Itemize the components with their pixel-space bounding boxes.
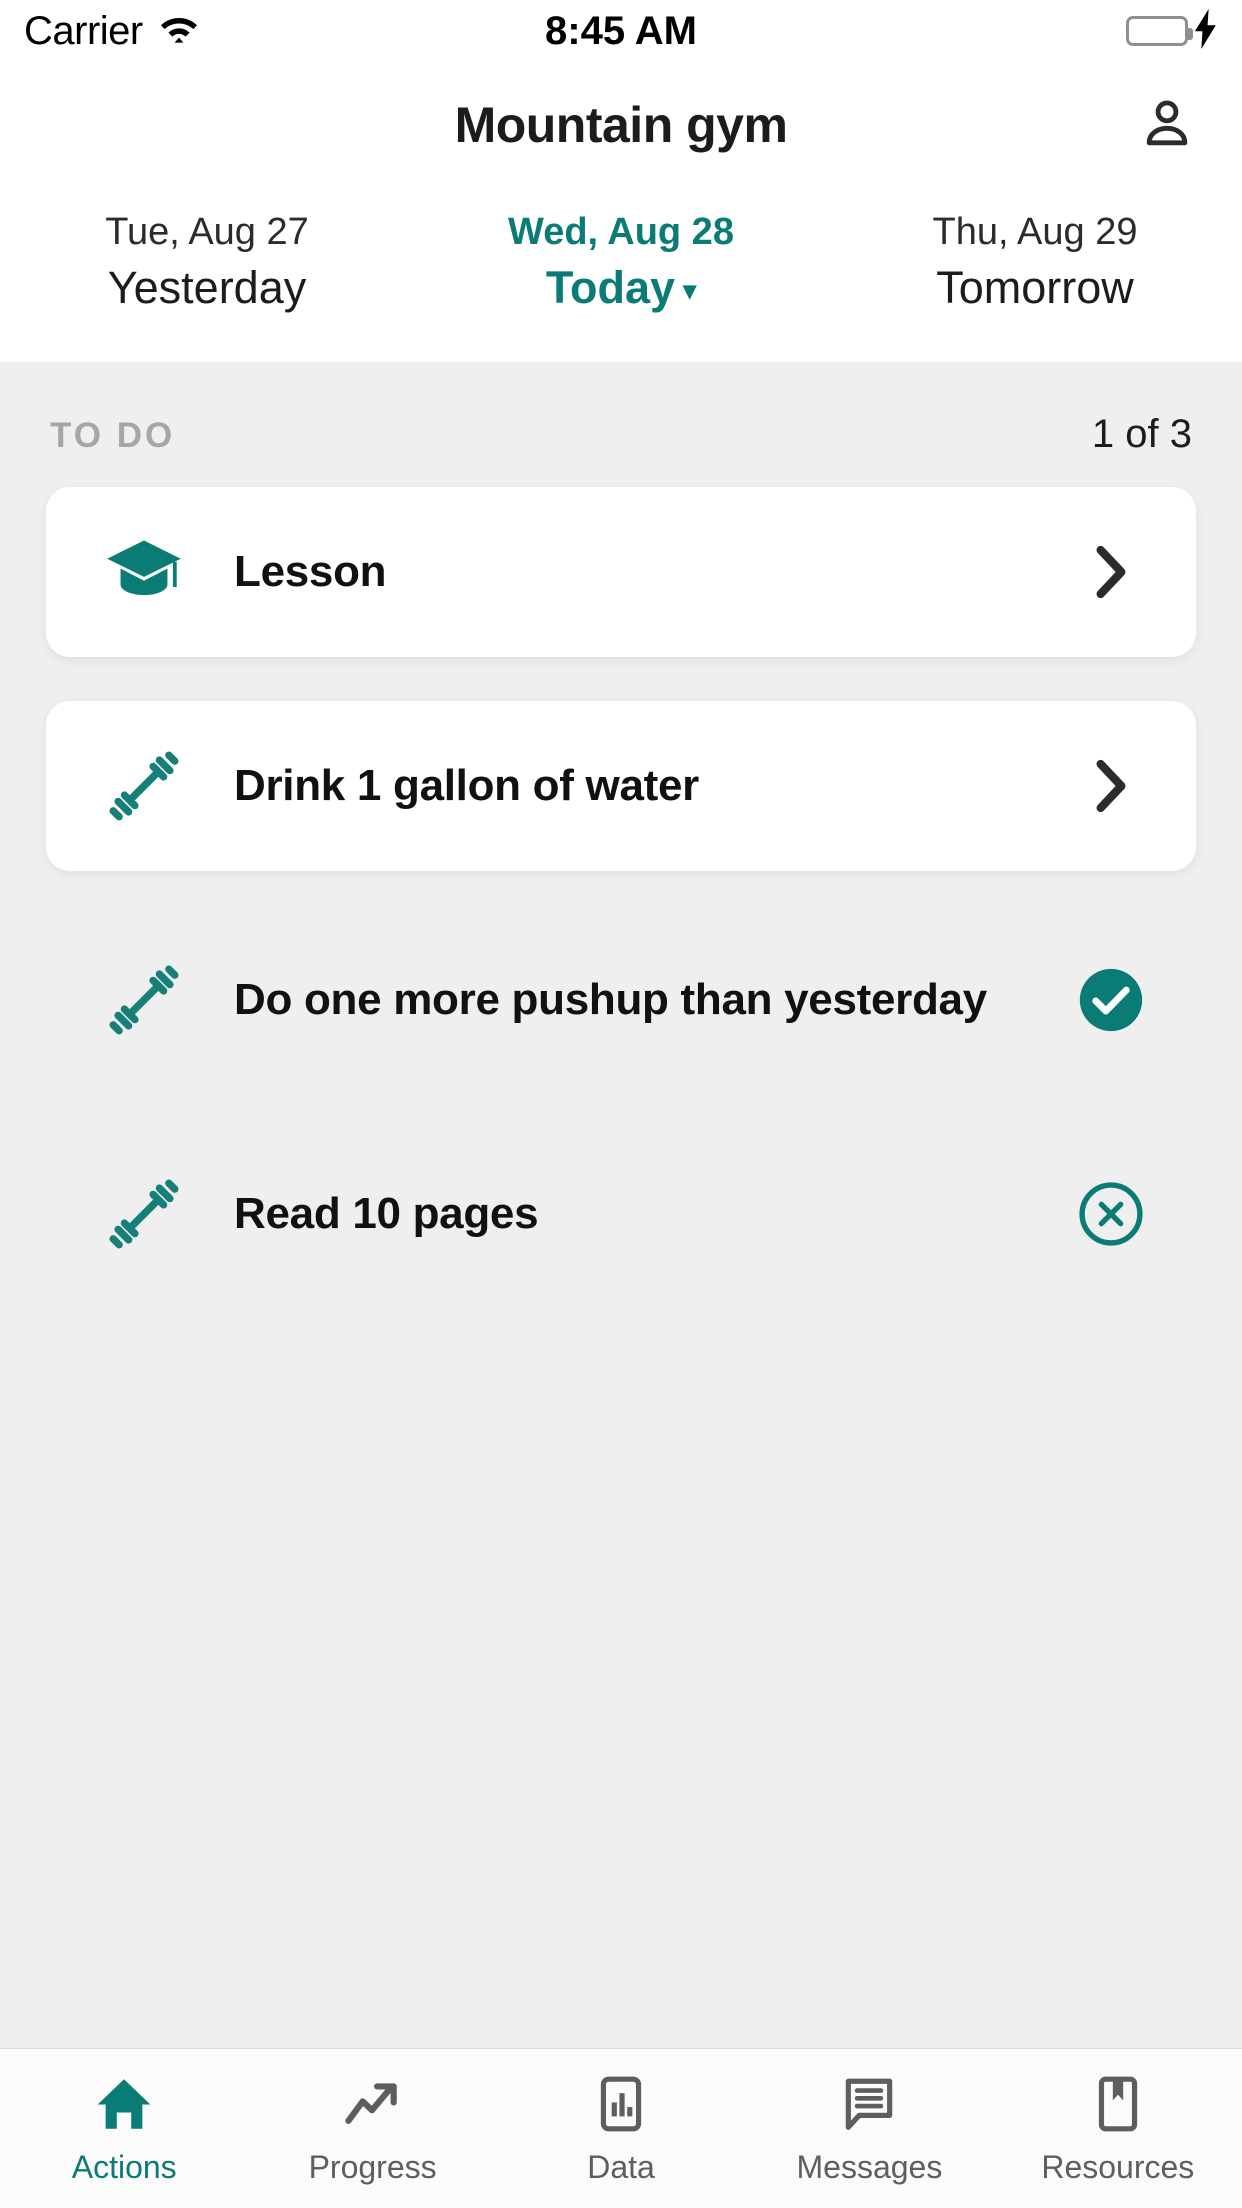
graduation-cap-icon	[96, 530, 192, 614]
person-icon[interactable]	[1138, 94, 1196, 157]
date-label: Tomorrow	[936, 261, 1134, 313]
date-selector: Tue, Aug 27 Yesterday Wed, Aug 28 Today ▾…	[0, 168, 1242, 362]
home-icon	[93, 2071, 155, 2135]
app-header: Mountain gym Tue, Aug 27 Yesterday Wed, …	[0, 62, 1242, 362]
date-label-text: Today	[545, 261, 676, 313]
app-screen: Carrier 8:45 AM Mountain gym Tue, Aug 27…	[0, 0, 1242, 2208]
todo-item-label: Do one more pushup than yesterday	[234, 974, 987, 1024]
date-label: Today ▾	[414, 261, 828, 316]
nav-bar: Mountain gym	[0, 82, 1242, 168]
status-bar: Carrier 8:45 AM	[0, 0, 1242, 62]
bookmark-icon	[1087, 2071, 1149, 2135]
chat-bubble-icon	[838, 2071, 900, 2135]
chevron-down-icon[interactable]: ▾	[683, 275, 696, 307]
date-value: Tue, Aug 27	[105, 211, 309, 253]
tab-label: Messages	[796, 2149, 943, 2185]
bar-chart-icon	[590, 2071, 652, 2135]
section-title: TO DO	[50, 415, 176, 455]
tab-data[interactable]: Data	[497, 2049, 745, 2208]
dumbbell-icon	[96, 744, 192, 828]
date-tab-tomorrow[interactable]: Thu, Aug 29 Tomorrow	[828, 210, 1242, 316]
todo-item-label: Lesson	[234, 546, 387, 596]
tab-resources[interactable]: Resources	[994, 2049, 1242, 2208]
tab-actions[interactable]: Actions	[0, 2049, 248, 2208]
todo-item-label: Read 10 pages	[234, 1188, 539, 1238]
date-label: Yesterday	[107, 261, 307, 313]
dumbbell-icon	[96, 1172, 192, 1256]
tab-label: Progress	[308, 2149, 437, 2185]
tab-progress[interactable]: Progress	[248, 2049, 496, 2208]
lightning-bolt-icon	[1194, 8, 1218, 54]
bottom-tab-bar: Actions Progress Data Messages Resources	[0, 2048, 1242, 2208]
todo-item-pushup[interactable]: Do one more pushup than yesterday	[46, 914, 1196, 1085]
battery-icon	[1126, 16, 1193, 46]
chevron-right-icon[interactable]	[1066, 755, 1156, 817]
todo-item-drink-water[interactable]: Drink 1 gallon of water	[46, 700, 1196, 871]
section-count-badge: 1 of 3	[1091, 411, 1192, 456]
section-header: TO DO 1 of 3	[46, 362, 1196, 487]
x-circle-icon[interactable]	[1066, 1180, 1156, 1248]
status-bar-right	[1126, 8, 1218, 54]
date-tab-yesterday[interactable]: Tue, Aug 27 Yesterday	[0, 210, 414, 316]
check-circle-icon[interactable]	[1066, 966, 1156, 1034]
date-tab-today[interactable]: Wed, Aug 28 Today ▾	[414, 210, 828, 316]
todo-item-label: Drink 1 gallon of water	[234, 760, 699, 810]
status-bar-clock: 8:45 AM	[545, 8, 697, 53]
page-title: Mountain gym	[454, 97, 788, 153]
tab-label: Actions	[71, 2149, 177, 2185]
dumbbell-icon	[96, 958, 192, 1042]
todo-item-lesson[interactable]: Lesson	[46, 486, 1196, 657]
tab-label: Data	[587, 2149, 655, 2185]
todo-list-section: TO DO 1 of 3 Lesson Drink 1 gallon of wa…	[0, 361, 1242, 2048]
date-value: Thu, Aug 29	[932, 211, 1138, 253]
date-value: Wed, Aug 28	[508, 211, 734, 253]
trending-up-icon	[342, 2071, 404, 2135]
chevron-right-icon[interactable]	[1066, 541, 1156, 603]
tab-label: Resources	[1041, 2149, 1195, 2185]
tab-messages[interactable]: Messages	[745, 2049, 993, 2208]
todo-item-read-pages[interactable]: Read 10 pages	[46, 1128, 1196, 1299]
